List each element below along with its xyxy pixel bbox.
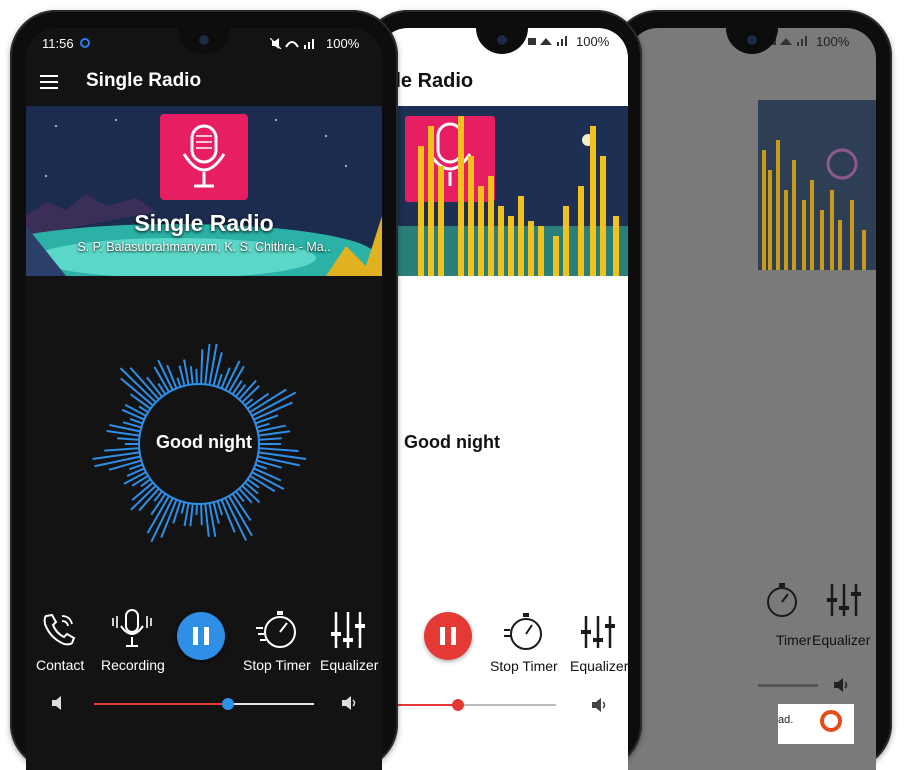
- middle-equalizer-label: Equalizer: [570, 658, 628, 674]
- stop-timer-button[interactable]: [254, 608, 300, 652]
- pause-icon: [177, 612, 225, 660]
- visualizer-bar: [130, 368, 159, 400]
- visualizer-bar: [125, 405, 146, 416]
- status-time: 11:56: [42, 36, 74, 51]
- visualizer-bar: [179, 366, 184, 386]
- back-phone-screen: 100% Timer Equalizer ad.: [628, 28, 876, 770]
- visualizer-bar: [121, 378, 153, 405]
- banner-subtitle: S. P. Balasubrahmanyam, K. S. Chithra - …: [26, 240, 382, 254]
- ad-logo-icon: [820, 710, 842, 732]
- volume-down-icon[interactable]: [50, 695, 66, 711]
- messenger-icon: [80, 38, 90, 48]
- status-icons: [270, 38, 324, 49]
- contact-label: Contact: [36, 657, 84, 673]
- phone-icon: [38, 610, 82, 650]
- visualizer-bar: [201, 504, 202, 525]
- visualizer-bar: [178, 378, 181, 387]
- middle-stopwatch-icon[interactable]: [502, 610, 546, 654]
- hamburger-menu-icon[interactable]: [40, 75, 58, 89]
- visualizer-bar: [167, 365, 176, 388]
- back-battery-text: 100%: [816, 34, 849, 49]
- middle-equalizer-icon[interactable]: [578, 612, 618, 652]
- recording-button[interactable]: [110, 608, 154, 652]
- stop-timer-label: Stop Timer: [243, 657, 311, 673]
- middle-phone: 100% Single Radio Good night g: [362, 10, 642, 770]
- back-banner: [758, 100, 876, 270]
- back-stop-timer-label: Timer: [776, 632, 811, 648]
- visualizer-bar: [182, 502, 185, 513]
- volume-slider[interactable]: [94, 703, 314, 705]
- visualizer-bar: [205, 344, 210, 384]
- visualizer-bar: [139, 406, 148, 412]
- front-phone-screen: 11:56 100% Single Radio Single Radio: [26, 28, 382, 770]
- visualizer-bar: [239, 489, 252, 503]
- visualizer-bar: [255, 465, 266, 469]
- visualizer-bar: [245, 399, 253, 405]
- back-timer-icon[interactable]: [762, 580, 802, 620]
- volume-up-icon[interactable]: [340, 694, 358, 712]
- visualizer-bar: [190, 504, 192, 527]
- visualizer-bar: [191, 366, 193, 384]
- visualizer-bar: [120, 368, 155, 402]
- recording-microphone-icon: [110, 608, 154, 652]
- back-equalizer-icon[interactable]: [824, 580, 864, 620]
- app-title: Single Radio: [86, 70, 201, 92]
- middle-status-icons: [528, 36, 572, 47]
- equalizer-icon: [328, 610, 368, 650]
- visualizer-bar: [196, 369, 197, 384]
- back-volume-up-icon[interactable]: [832, 676, 850, 694]
- equalizer-label: Equalizer: [320, 657, 378, 673]
- back-volume-bar[interactable]: [758, 684, 818, 687]
- visualizer-bar: [201, 349, 202, 384]
- visualizer-bar: [209, 344, 217, 385]
- microphone-icon: [160, 114, 248, 200]
- status-battery: 100%: [326, 36, 359, 51]
- ad-text: ad.: [778, 714, 793, 726]
- pause-icon: [424, 612, 472, 660]
- visualizer-bar: [218, 501, 223, 515]
- now-playing-title: Good night: [26, 432, 382, 453]
- middle-stop-timer-label: Stop Timer: [490, 658, 558, 674]
- visualizer-bar: [245, 483, 258, 494]
- pause-button[interactable]: [177, 612, 225, 660]
- back-equalizer-label: Equalizer: [812, 632, 870, 648]
- equalizer-button[interactable]: [328, 610, 368, 650]
- volume-slider-thumb[interactable]: [222, 698, 234, 710]
- visualizer-bar: [184, 360, 188, 385]
- back-ad-box: ad.: [778, 704, 854, 744]
- middle-volume-up-icon[interactable]: [590, 696, 608, 714]
- recording-label: Recording: [101, 657, 165, 673]
- stopwatch-icon: [254, 608, 300, 652]
- visualizer-bar: [205, 504, 208, 537]
- middle-battery-text: 100%: [576, 34, 609, 49]
- front-phone: 11:56 100% Single Radio Single Radio: [10, 10, 398, 770]
- visualizer-bar: [257, 424, 270, 428]
- banner-title: Single Radio: [26, 210, 382, 237]
- middle-volume-track[interactable]: [378, 704, 556, 706]
- middle-banner: [378, 106, 628, 276]
- visualizer-bar: [129, 465, 142, 470]
- visualizer-bar: [122, 410, 144, 420]
- volume-slider-fill: [94, 703, 228, 705]
- banner-logo: [160, 114, 248, 200]
- middle-phone-screen: 100% Single Radio Good night g: [378, 28, 628, 770]
- middle-now-playing: Good night: [404, 432, 500, 453]
- visualizer-bar: [185, 503, 189, 526]
- back-phone: 100% Timer Equalizer ad.: [612, 10, 892, 770]
- visualizer-bar: [218, 374, 222, 387]
- visualizer-bar: [130, 419, 142, 424]
- middle-volume-thumb[interactable]: [452, 699, 464, 711]
- banner: Single Radio S. P. Balasubrahmanyam, K. …: [26, 106, 382, 276]
- middle-pause-button[interactable]: [424, 612, 472, 660]
